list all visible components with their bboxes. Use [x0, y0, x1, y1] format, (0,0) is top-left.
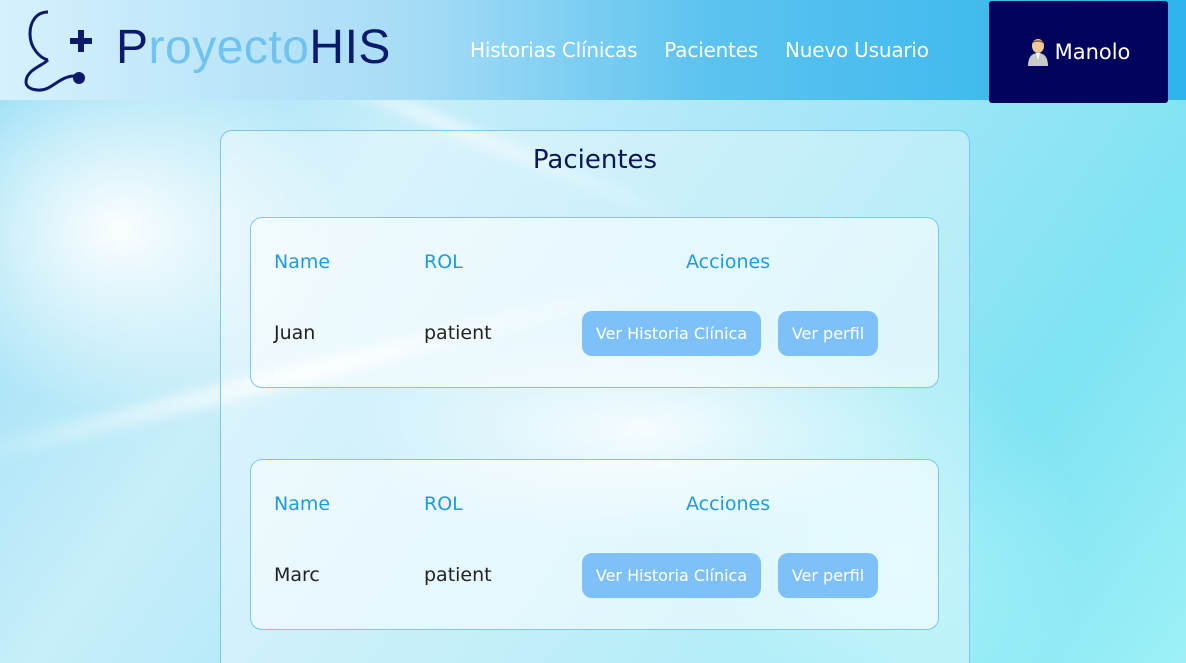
- patient-card: Name ROL Acciones Juan patient Ver Histo…: [250, 217, 939, 388]
- patient-card: Name ROL Acciones Marc patient Ver Histo…: [250, 459, 939, 630]
- top-header: ProyectoHIS Historias Clínicas Pacientes…: [0, 0, 1186, 103]
- column-header-rol: ROL: [424, 251, 463, 273]
- user-avatar-icon: [1027, 39, 1048, 66]
- user-menu[interactable]: Manolo: [989, 1, 1168, 103]
- page-title: Pacientes: [532, 145, 658, 175]
- stethoscope-plus-icon: [24, 10, 92, 92]
- ver-perfil-button[interactable]: Ver perfil: [778, 553, 878, 598]
- patient-rol: patient: [424, 322, 492, 344]
- main-nav: Historias Clínicas Pacientes Nuevo Usuar…: [470, 38, 929, 62]
- brand-logo[interactable]: ProyectoHIS: [22, 8, 402, 94]
- user-name: Manolo: [1054, 40, 1131, 64]
- ver-perfil-button[interactable]: Ver perfil: [778, 311, 878, 356]
- brand-name-part: HIS: [309, 21, 391, 74]
- ver-historia-clinica-button[interactable]: Ver Historia Clínica: [582, 553, 761, 598]
- patients-panel: Pacientes Name ROL Acciones Juan patient…: [220, 130, 970, 663]
- ver-historia-clinica-button[interactable]: Ver Historia Clínica: [582, 311, 761, 356]
- nav-nuevo-usuario[interactable]: Nuevo Usuario: [785, 38, 929, 62]
- nav-historias-clinicas[interactable]: Historias Clínicas: [470, 38, 637, 62]
- nav-pacientes[interactable]: Pacientes: [664, 38, 758, 62]
- column-header-rol: ROL: [424, 493, 463, 515]
- patient-name: Juan: [274, 322, 316, 344]
- patient-name: Marc: [274, 564, 320, 586]
- column-header-acciones: Acciones: [686, 493, 771, 515]
- brand-name: ProyectoHIS: [116, 22, 391, 74]
- patient-rol: patient: [424, 564, 492, 586]
- column-header-acciones: Acciones: [686, 251, 771, 273]
- column-header-name: Name: [274, 493, 331, 515]
- brand-name-part: P: [116, 21, 149, 74]
- column-header-name: Name: [274, 251, 331, 273]
- brand-name-part: royecto: [148, 21, 310, 74]
